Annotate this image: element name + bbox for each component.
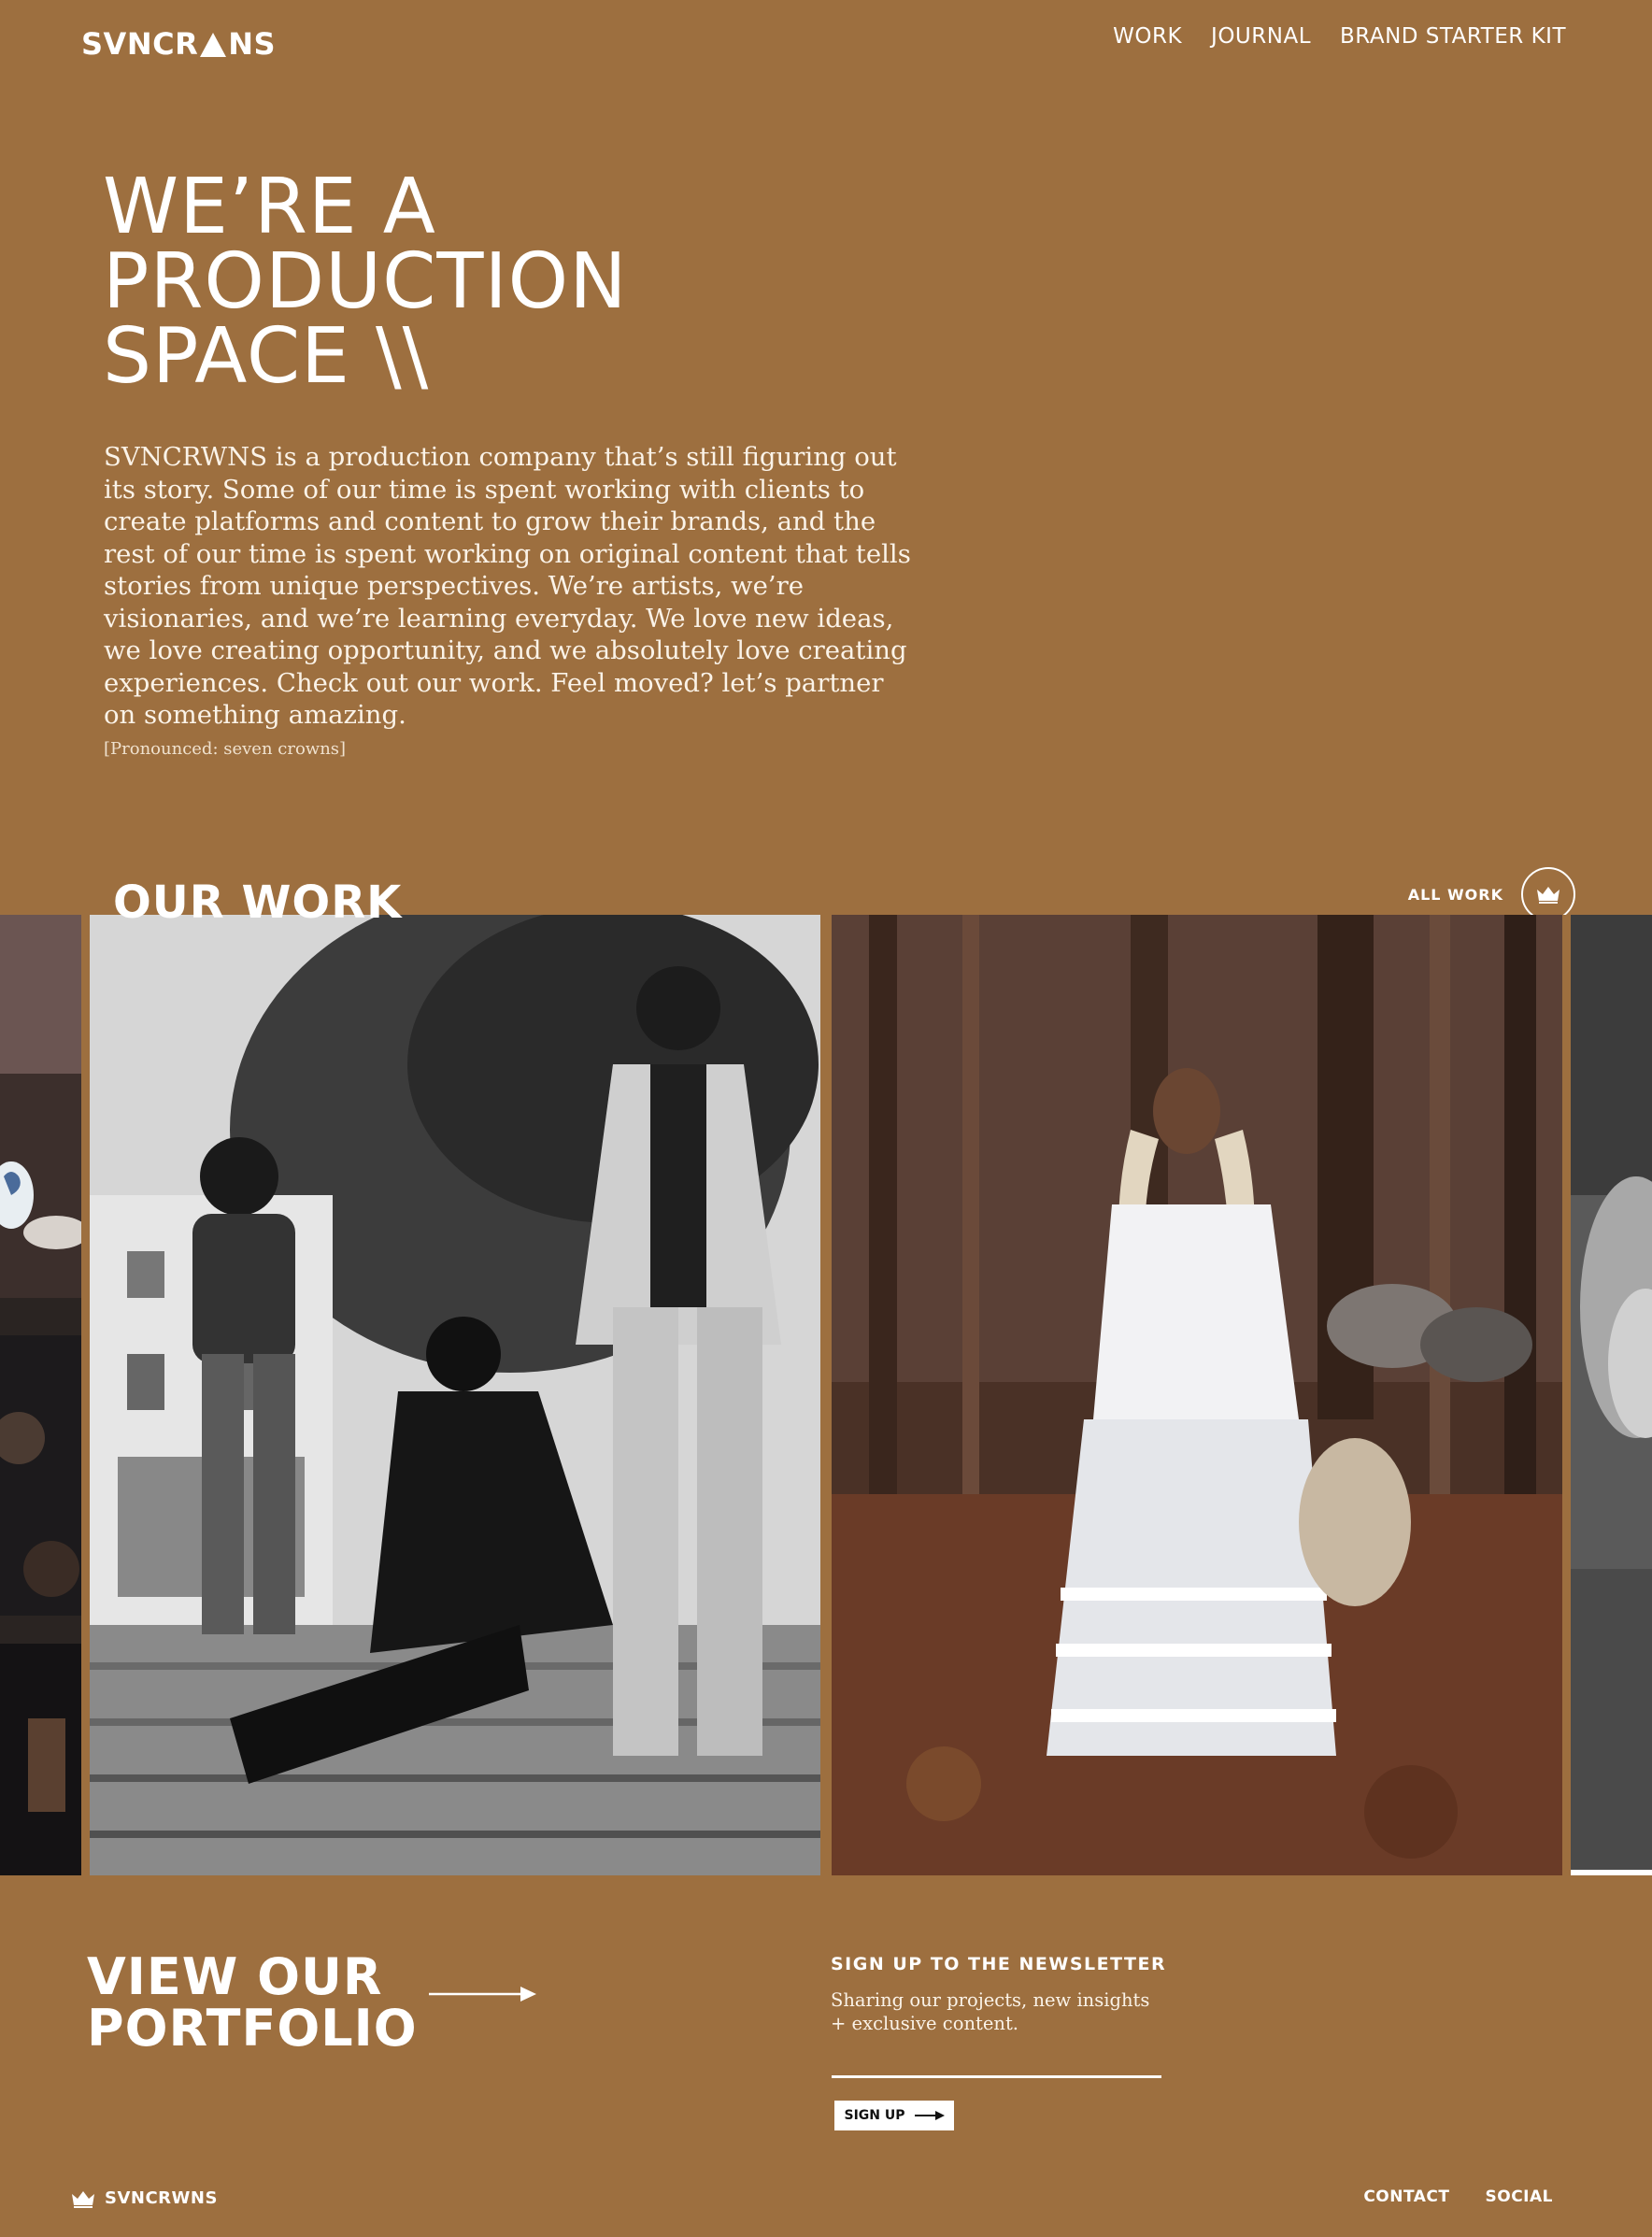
work-thumbnail-bw-group[interactable]: [90, 915, 820, 1875]
work-thumbnail-partial-left[interactable]: [0, 915, 81, 1875]
hero-title-line: PRODUCTION: [103, 237, 628, 326]
footer-brand-name: SVNCRWNS: [105, 2188, 218, 2208]
pronunciation-note: [Pronounced: seven crowns]: [104, 739, 347, 759]
nav-link-work[interactable]: WORK: [1113, 24, 1182, 49]
newsletter-description: Sharing our projects, new insights + exc…: [831, 1989, 1150, 2034]
newsletter-title: SIGN UP TO THE NEWSLETTER: [831, 1954, 1167, 1974]
our-work-title: OUR WORK: [113, 876, 403, 929]
footer-link-contact[interactable]: CONTACT: [1363, 2187, 1449, 2206]
footer-link-social[interactable]: SOCIAL: [1486, 2187, 1554, 2206]
hero-title-line: SPACE \\: [103, 312, 430, 401]
sign-up-button[interactable]: SIGN UP: [834, 2101, 954, 2130]
top-navigation: SVNCR NS WORK JOURNAL BRAND STARTER KIT: [0, 0, 1652, 84]
gallery-divider: [820, 915, 832, 1875]
work-thumbnail-partial-right[interactable]: [1571, 915, 1652, 1875]
site-logo[interactable]: SVNCR NS: [81, 26, 276, 62]
hero-description: SVNCRWNS is a production company that’s …: [104, 442, 911, 730]
footer-brand[interactable]: SVNCRWNS: [71, 2188, 218, 2208]
nav-links: WORK JOURNAL BRAND STARTER KIT: [1113, 24, 1566, 49]
our-work-header: OUR WORK ALL WORK: [0, 860, 1652, 925]
logo-text-left: SVNCR: [81, 26, 199, 62]
arrow-right-icon[interactable]: [429, 1985, 536, 2003]
arrow-right-icon: [914, 2111, 945, 2120]
all-work-button[interactable]: [1521, 867, 1575, 921]
hero-title-line: WE’RE A: [103, 163, 436, 251]
portfolio-line: PORTFOLIO: [87, 1999, 418, 2058]
footer-links: CONTACT SOCIAL: [1363, 2187, 1553, 2206]
view-portfolio-link[interactable]: VIEW OUR PORTFOLIO: [87, 1951, 418, 2054]
logo-text-right: NS: [228, 26, 277, 62]
gallery-divider: [81, 915, 90, 1875]
crown-icon: [1537, 887, 1559, 904]
work-gallery: [0, 915, 1652, 1875]
newsletter-email-input[interactable]: [832, 2065, 1161, 2078]
logo-crown-icon: [200, 33, 227, 57]
crown-icon: [72, 2190, 94, 2208]
hero-title: WE’RE A PRODUCTION SPACE \\: [103, 163, 850, 401]
gallery-divider: [1562, 915, 1571, 1875]
portfolio-line: VIEW OUR: [87, 1947, 383, 2006]
all-work-link[interactable]: ALL WORK: [1408, 886, 1503, 904]
nav-link-journal[interactable]: JOURNAL: [1211, 24, 1311, 49]
nav-link-brand-starter-kit[interactable]: BRAND STARTER KIT: [1340, 24, 1566, 49]
sign-up-label: SIGN UP: [844, 2108, 905, 2123]
work-thumbnail-forest-portrait[interactable]: [832, 915, 1562, 1875]
